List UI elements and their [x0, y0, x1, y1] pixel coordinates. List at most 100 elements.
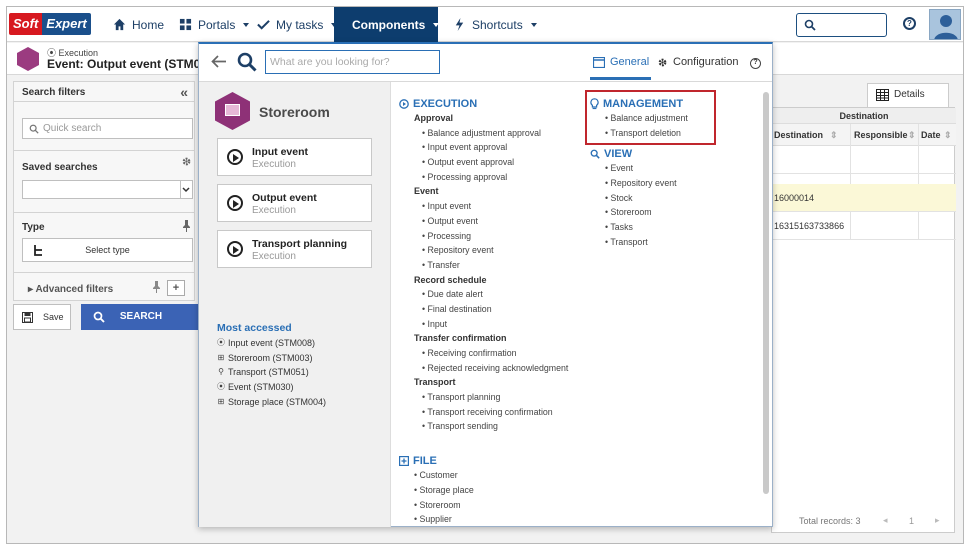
nav-home[interactable]: Home	[113, 7, 164, 42]
menu-item[interactable]: • Due date alert	[399, 287, 568, 302]
menu-item[interactable]: • Rejected receiving acknowledgment	[399, 361, 568, 376]
help-icon[interactable]: ?	[750, 58, 761, 69]
menu-item[interactable]: • Input	[399, 317, 568, 332]
section-view: VIEW	[590, 146, 688, 161]
column-header[interactable]: Destination	[774, 130, 823, 140]
prev-page-icon[interactable]: ◂	[883, 515, 888, 526]
menu-search-input[interactable]: What are you looking for?	[265, 50, 440, 74]
page-title: Event: Output event (STM009)	[47, 57, 199, 71]
menu-item[interactable]: • Repository event	[590, 176, 688, 191]
column-header[interactable]: Responsible	[854, 130, 908, 140]
window-icon	[593, 56, 605, 68]
tree-icon	[34, 245, 42, 256]
advanced-filters-toggle[interactable]: ▸ Advanced filters	[28, 284, 113, 295]
menu-scrollbar[interactable]	[763, 92, 769, 494]
home-icon	[113, 18, 126, 31]
collapse-icon[interactable]: «	[180, 84, 188, 100]
menu-item[interactable]: • Tasks	[590, 220, 688, 235]
card-title: Output event	[252, 192, 317, 204]
most-accessed-item[interactable]: ⦿ Event (STM030)	[217, 380, 326, 395]
save-button[interactable]: Save	[13, 304, 71, 330]
menu-item[interactable]: • Storeroom	[399, 498, 568, 513]
table-cell: 16000014	[774, 193, 815, 203]
nav-portals[interactable]: Portals	[179, 7, 250, 42]
menu-item[interactable]: • Supplier	[399, 512, 568, 527]
user-avatar[interactable]	[929, 9, 961, 40]
menu-item[interactable]: • Transport sending	[399, 419, 568, 434]
menu-item[interactable]: • Repository event	[399, 243, 568, 258]
add-filter-button[interactable]: +	[167, 280, 185, 296]
search-button[interactable]: SEARCH	[81, 304, 201, 330]
sort-icon[interactable]: ⇕	[830, 130, 838, 141]
saved-searches-select[interactable]	[22, 180, 193, 199]
menu-item-label: Processing	[427, 230, 472, 241]
menu-item[interactable]: • Event	[590, 161, 688, 176]
back-arrow-icon[interactable]	[211, 55, 227, 68]
play-icon	[227, 195, 243, 211]
tab-configuration[interactable]: Configuration	[657, 56, 738, 68]
card-title: Input event	[252, 146, 309, 158]
menu-item[interactable]: • Stock	[590, 191, 688, 206]
menu-item[interactable]: • Input event	[399, 199, 568, 214]
tab-general[interactable]: General	[593, 56, 649, 68]
card-title: Transport planning	[252, 238, 348, 250]
menu-item-label: Transport sending	[427, 421, 498, 432]
menu-item[interactable]: • Storeroom	[590, 205, 688, 220]
menu-item[interactable]: • Transfer	[399, 258, 568, 273]
help-icon[interactable]: ?	[903, 17, 916, 30]
page-number[interactable]: 1	[909, 516, 914, 526]
nav-my-tasks[interactable]: My tasks	[257, 7, 338, 42]
shortcut-card-input-event[interactable]: Input event Execution	[217, 138, 372, 176]
most-accessed-item[interactable]: ⊞ Storeroom (STM003)	[217, 351, 326, 366]
divider	[14, 212, 194, 213]
next-page-icon[interactable]: ▸	[935, 515, 940, 526]
nav-shortcuts[interactable]: Shortcuts	[453, 7, 537, 42]
table-header-row: Destination ⇕ Responsible ⇕ Date ⇕	[772, 124, 956, 146]
shortcut-card-transport-planning[interactable]: Transport planning Execution	[217, 230, 372, 268]
most-accessed-item[interactable]: ⚲ Transport (STM051)	[217, 365, 326, 380]
nav-components[interactable]: Components	[334, 7, 440, 42]
softexpert-logo[interactable]: Soft Expert	[9, 13, 97, 35]
sort-icon[interactable]: ⇕	[944, 130, 952, 141]
menu-item[interactable]: • Input event approval	[399, 140, 568, 155]
menu-item[interactable]: • Balance adjustment approval	[399, 126, 568, 141]
menu-item[interactable]: • Transport	[590, 235, 688, 250]
table-row[interactable]: 16315163733866	[772, 212, 956, 240]
components-menu: What are you looking for? General Config…	[198, 42, 773, 527]
radio-target-icon: ⦿	[217, 338, 225, 348]
most-accessed-item[interactable]: ⦿ Input event (STM008)	[217, 336, 326, 351]
pin-icon[interactable]	[182, 220, 191, 232]
menu-item[interactable]: • Output event approval	[399, 155, 568, 170]
card-subtitle: Execution	[252, 205, 296, 216]
menu-item[interactable]: • Receiving confirmation	[399, 346, 568, 361]
menu-item[interactable]: • Transport receiving confirmation	[399, 405, 568, 420]
most-accessed-item[interactable]: ⊞ Storage place (STM004)	[217, 394, 326, 409]
divider	[14, 272, 194, 273]
shortcut-card-output-event[interactable]: Output event Execution	[217, 184, 372, 222]
menu-item[interactable]: • Customer	[399, 468, 568, 483]
menu-item[interactable]: • Storage place	[399, 483, 568, 498]
menu-item[interactable]: • Final destination	[399, 302, 568, 317]
column-header[interactable]: Date	[921, 130, 941, 140]
search-icon	[93, 311, 105, 323]
sort-icon[interactable]: ⇕	[908, 130, 916, 141]
table-row[interactable]: 16000014	[772, 184, 956, 212]
menu-item[interactable]: • Output event	[399, 214, 568, 229]
menu-item-label: Transfer	[427, 259, 460, 270]
table-row[interactable]	[772, 146, 956, 174]
menu-item[interactable]: • Processing	[399, 229, 568, 244]
global-search-input[interactable]	[796, 13, 887, 37]
menu-item-label: Storeroom	[610, 207, 652, 218]
gear-icon[interactable]	[181, 156, 192, 167]
most-accessed-label: Event (STM030)	[228, 382, 294, 393]
pin-icon[interactable]	[152, 280, 161, 294]
select-type-button[interactable]: Select type	[22, 238, 193, 262]
menu-item[interactable]: • Processing approval	[399, 170, 568, 185]
quick-search-input[interactable]: Quick search	[22, 118, 193, 139]
tab-details-label: Details	[894, 89, 925, 100]
tab-details[interactable]: Details	[867, 83, 949, 107]
advanced-filters-actions: +	[152, 280, 185, 296]
menu-item[interactable]: • Transport planning	[399, 390, 568, 405]
save-button-label: Save	[43, 312, 64, 322]
menu-item-label: Supplier	[419, 514, 452, 525]
